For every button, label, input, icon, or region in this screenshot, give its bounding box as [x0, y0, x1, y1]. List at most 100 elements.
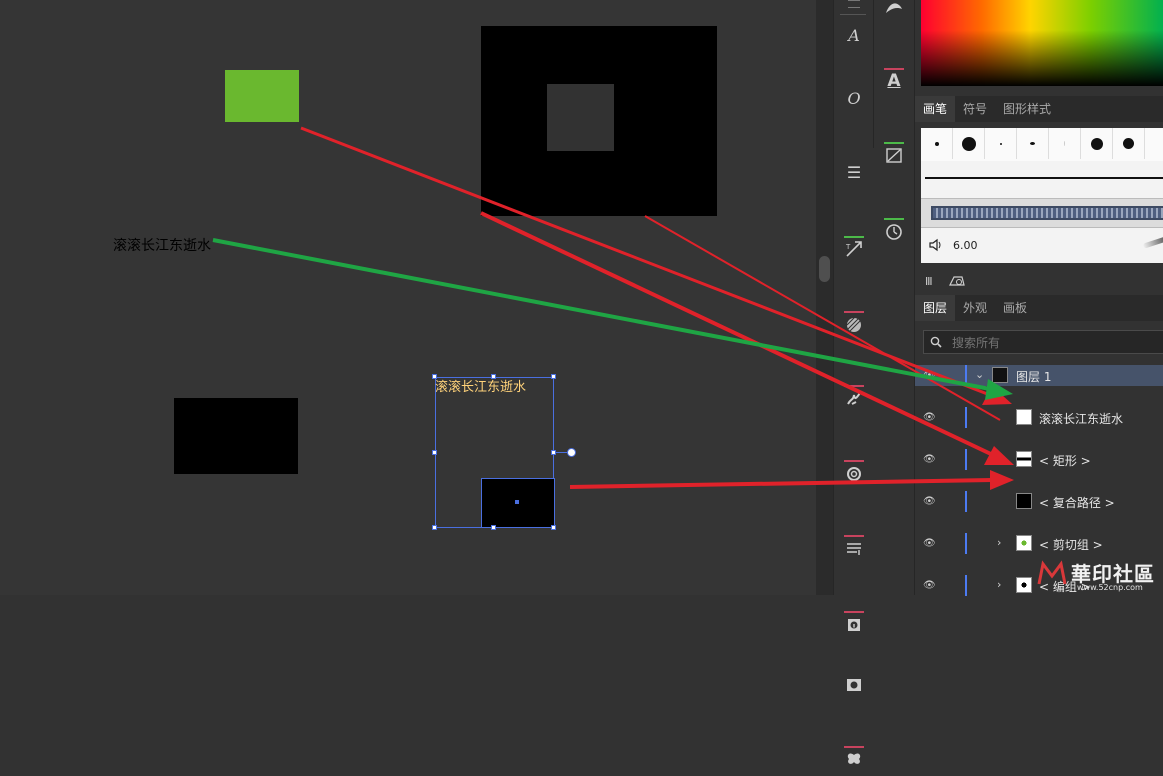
tab-symbols[interactable]: 符号 [955, 96, 995, 122]
compound-path-thumbnail [1016, 493, 1032, 509]
watermark-url: www.52cnp.com [1077, 583, 1143, 592]
stroke-size-value: 6.00 [953, 239, 978, 252]
layer-item-label: < 矩形 > [1039, 454, 1091, 468]
artboard-canvas[interactable]: 滚滚长江东逝水 滚滚长江东逝水 [0, 0, 816, 595]
camera-icon[interactable] [836, 667, 872, 701]
layer-name: 图层 1 [1016, 370, 1052, 384]
brush-tip-option[interactable] [1017, 128, 1049, 159]
canvas-vertical-scrollbar[interactable] [816, 0, 833, 595]
menu-lines-icon[interactable]: ☰ [836, 155, 872, 189]
layer-item-compound-path[interactable]: 👁 < 复合路径 > [915, 491, 1163, 512]
layer-item-label: < 剪切组 > [1039, 538, 1103, 552]
visibility-eye-icon[interactable]: 👁 [923, 496, 936, 507]
chevron-right-icon[interactable]: › [997, 578, 1001, 591]
layer-item-clip-group[interactable]: 👁 › < 剪切组 > [915, 533, 1163, 554]
layer-color-stripe [965, 491, 967, 512]
text-wrap-icon[interactable] [836, 531, 872, 565]
visibility-eye-icon[interactable]: 👁 [923, 412, 936, 423]
selection-handle[interactable] [551, 374, 556, 379]
rectangle-thumbnail [1016, 451, 1032, 467]
scrollbar-thumb[interactable] [819, 256, 830, 282]
butterfly-icon[interactable] [836, 742, 872, 776]
layer-item-label: < 复合路径 > [1039, 496, 1115, 510]
group-black-rect[interactable] [481, 478, 555, 528]
selection-handle[interactable] [491, 374, 496, 379]
tab-brushes[interactable]: 画笔 [915, 96, 956, 122]
tool-panel-right: A [873, 0, 914, 240]
layer-item-rectangle[interactable]: 👁 < 矩形 > [915, 449, 1163, 470]
selected-text-object[interactable]: 滚滚长江东逝水 [435, 376, 526, 395]
green-rectangle[interactable] [225, 70, 299, 122]
clip-group-object[interactable] [174, 398, 298, 474]
layers-search-box[interactable] [923, 330, 1163, 354]
brush-tip-row [921, 128, 1163, 161]
speaker-icon[interactable] [929, 238, 943, 252]
layer-color-stripe [965, 449, 967, 470]
pattern-brush-preview [931, 206, 1163, 220]
text-style-a-icon[interactable]: A [836, 18, 872, 52]
selection-handle[interactable] [432, 525, 437, 530]
visibility-eye-icon[interactable]: 👁 [923, 538, 936, 549]
layer-color-stripe [965, 365, 967, 386]
layer-thumbnail [992, 367, 1008, 383]
touch-type-icon[interactable]: T [836, 232, 872, 266]
tab-appearance[interactable]: 外观 [955, 295, 995, 321]
selection-handle[interactable] [432, 450, 437, 455]
text-style-o-icon[interactable]: O [836, 81, 872, 115]
text-object[interactable]: 滚滚长江东逝水 [113, 235, 211, 255]
tab-layers[interactable]: 图层 [915, 295, 956, 321]
selection-handle[interactable] [432, 374, 437, 379]
chevron-down-icon[interactable]: ⌄ [975, 368, 984, 381]
brush-panel-tabs: 画笔 符号 图形样式 [915, 96, 1163, 122]
center-point [515, 500, 519, 504]
layer-item-label: 滚滚长江东逝水 [1039, 412, 1124, 426]
tab-graphic-styles[interactable]: 图形样式 [995, 96, 1059, 122]
layer-1-row[interactable]: 👁 ⌄ 图层 1 [915, 365, 1163, 386]
selection-handle[interactable] [491, 525, 496, 530]
brush-library: 6.00 [921, 128, 1163, 263]
selection-handle[interactable] [551, 525, 556, 530]
clip-group-thumbnail [1016, 535, 1032, 551]
brush-tip-option[interactable] [1049, 128, 1081, 159]
clock-icon[interactable] [876, 214, 912, 248]
type-a-icon[interactable]: A [876, 64, 912, 98]
library-menu-icon[interactable]: Ⅲ [925, 275, 933, 288]
layer-color-stripe [965, 533, 967, 554]
visibility-eye-icon[interactable]: 👁 [923, 454, 936, 465]
brush-tip-option[interactable] [921, 128, 953, 159]
brush-stroke-preview [1142, 236, 1163, 249]
watermark-logo [1037, 560, 1067, 586]
panel-grip[interactable] [848, 0, 860, 8]
brush-pattern-row[interactable] [921, 198, 1163, 228]
info-icon[interactable] [836, 607, 872, 641]
shape-tool-icon[interactable] [876, 0, 912, 26]
panel-divider [840, 14, 866, 15]
compound-path-object[interactable] [481, 26, 717, 216]
layers-search-input[interactable] [950, 333, 1154, 353]
transform-icon[interactable] [876, 138, 912, 172]
brush-tip-option[interactable] [1081, 128, 1113, 159]
color-spectrum[interactable] [921, 0, 1163, 86]
brush-library-icon[interactable] [949, 275, 965, 287]
splash-icon[interactable] [836, 381, 872, 415]
brush-tip-option[interactable] [985, 128, 1017, 159]
tab-artboards[interactable]: 画板 [995, 295, 1035, 321]
brush-stroke-line[interactable] [925, 177, 1163, 179]
right-dock-panel: 画笔 符号 图形样式 6.00 Ⅲ 图层 外观 画板 搜索所有 👁 ⌄ 图层 1… [914, 0, 1163, 596]
rotate-handle[interactable] [567, 448, 576, 457]
chevron-right-icon[interactable]: › [997, 536, 1001, 549]
brush-tip-option[interactable] [953, 128, 985, 159]
visibility-eye-icon[interactable]: 👁 [923, 580, 936, 591]
spiral-icon[interactable] [836, 456, 872, 490]
layer-color-stripe [965, 575, 967, 596]
selected-group[interactable] [435, 377, 555, 528]
tool-panel-left: A O ☰ T [833, 0, 874, 764]
search-icon [930, 336, 942, 348]
brush-tip-option[interactable] [1113, 128, 1145, 159]
hatch-icon[interactable] [836, 307, 872, 341]
svg-text:T: T [845, 243, 851, 251]
layer-color-stripe [965, 407, 967, 428]
visibility-eye-icon[interactable]: 👁 [923, 370, 936, 381]
layer-item-text[interactable]: 👁 滚滚长江东逝水 [915, 407, 1163, 428]
compound-path-hole [547, 84, 614, 151]
